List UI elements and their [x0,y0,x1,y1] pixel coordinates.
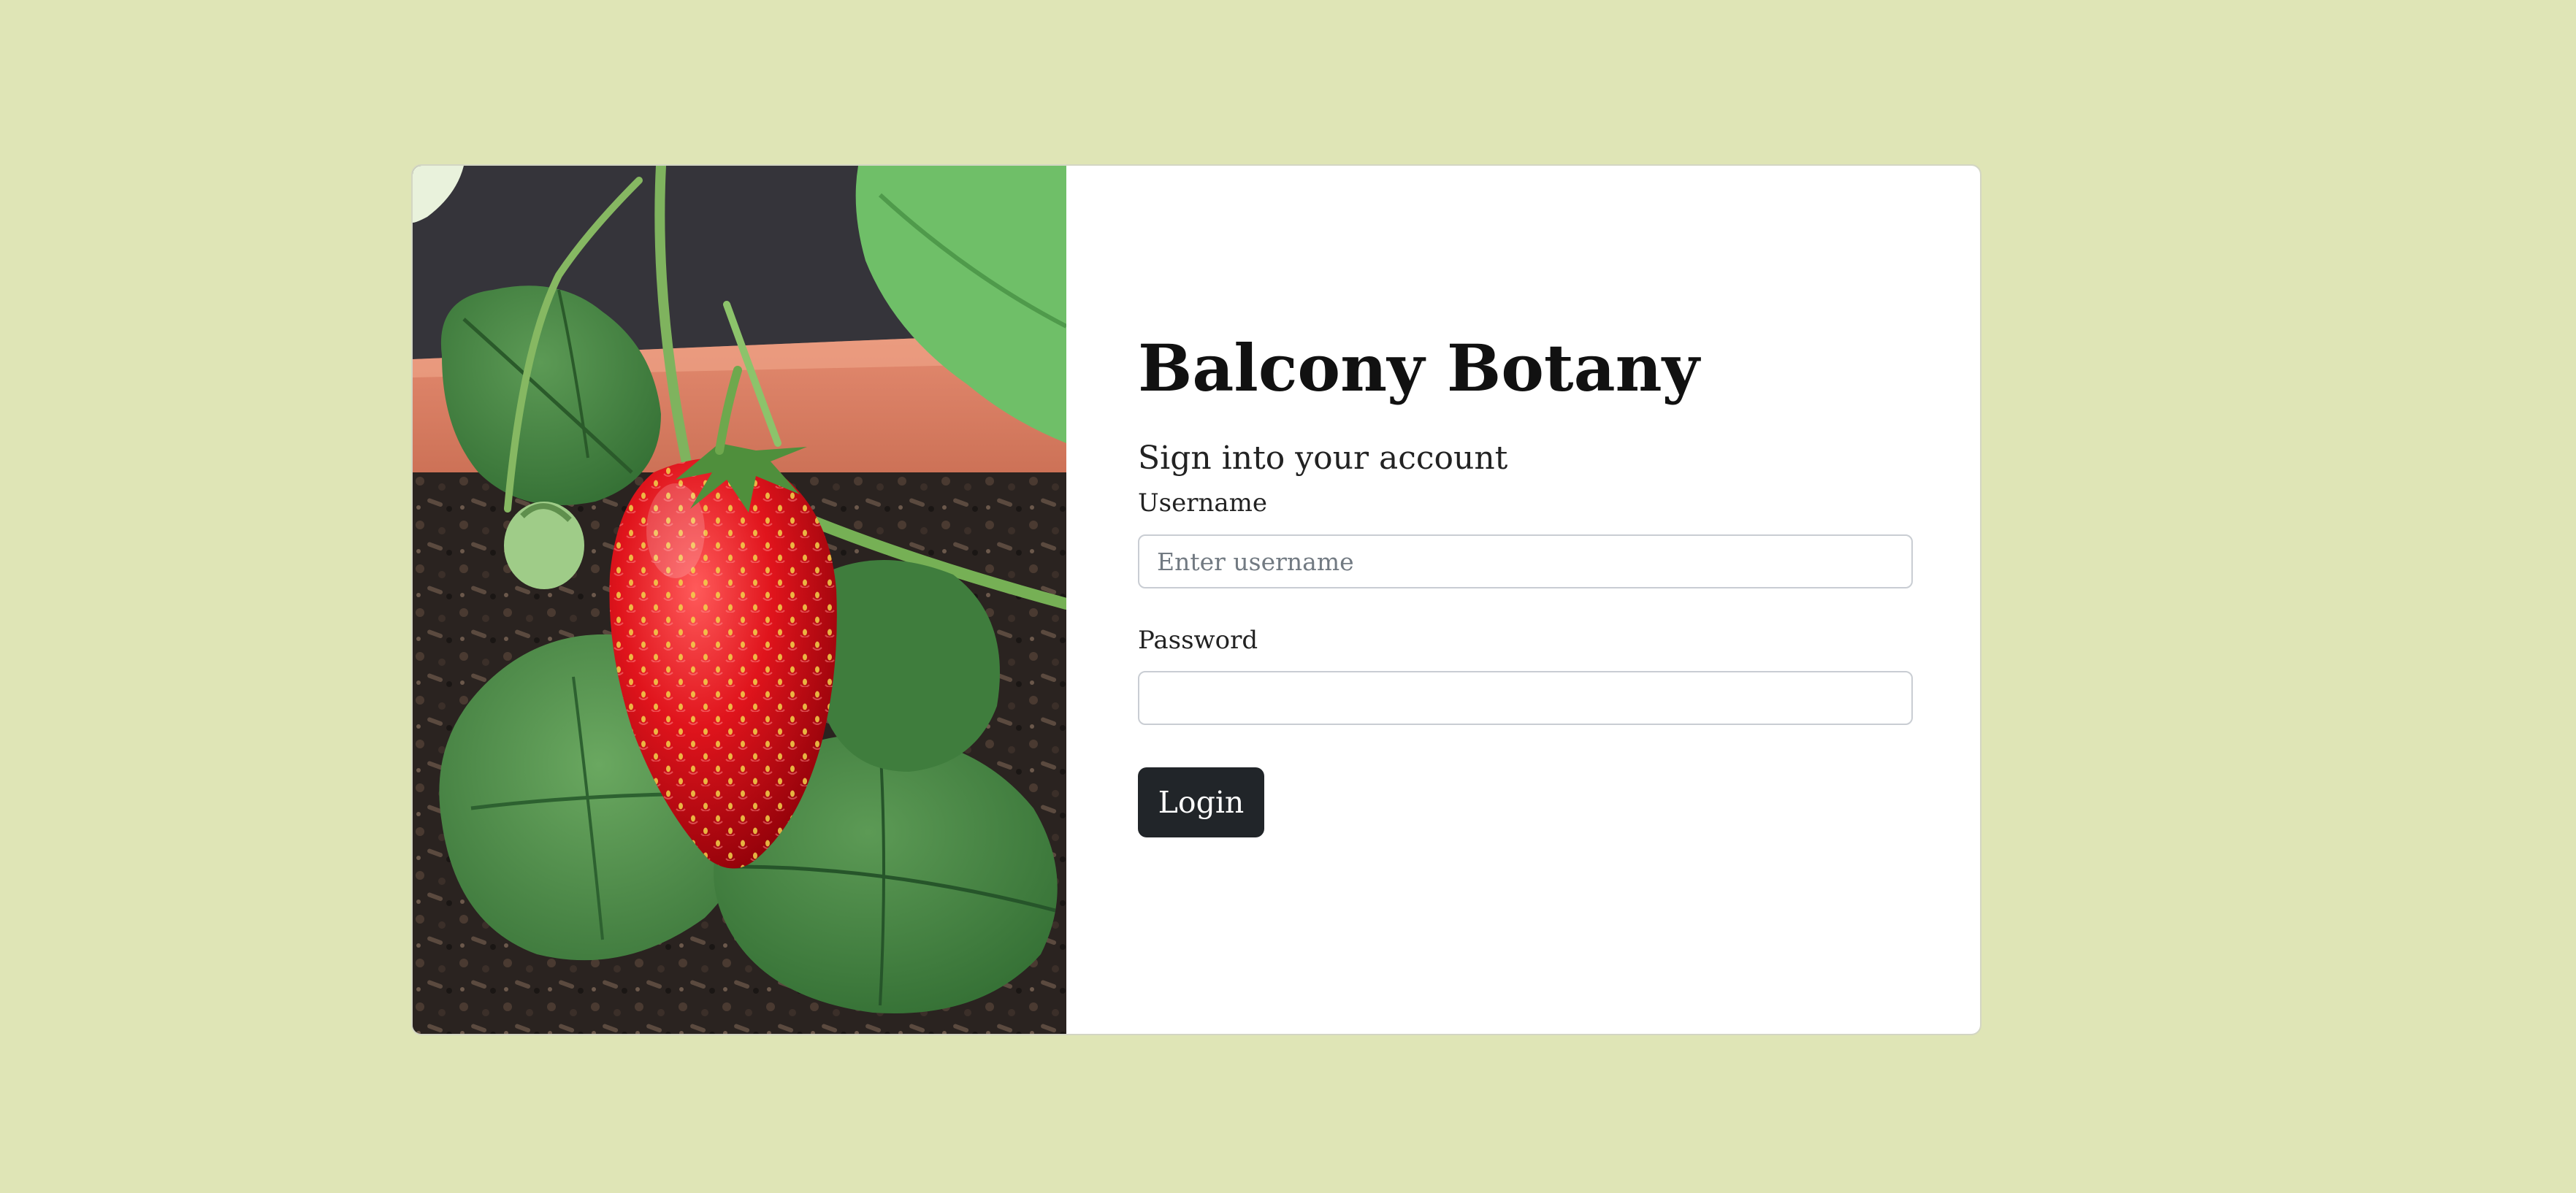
login-form: Balcony Botany Sign into your account Us… [1066,166,1980,1034]
login-card: Balcony Botany Sign into your account Us… [411,164,1981,1035]
form-heading: Sign into your account [1138,440,1508,477]
password-input[interactable] [1138,671,1913,725]
username-label: Username [1138,488,1268,518]
password-label: Password [1138,626,1258,655]
username-input[interactable] [1138,534,1913,588]
login-button[interactable]: Login [1138,767,1264,837]
brand-title: Balcony Botany [1138,330,1700,406]
strawberry-illustration [413,166,1066,1034]
strawberry-photo [413,166,1066,1034]
